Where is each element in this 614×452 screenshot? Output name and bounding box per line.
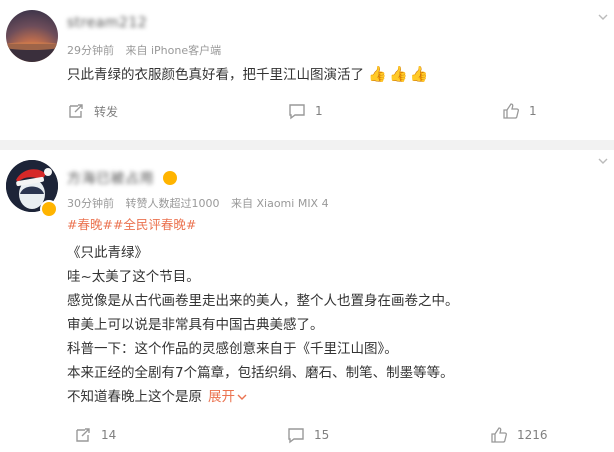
comment-button[interactable]: 15: [287, 426, 329, 444]
sunset-avatar-image: [6, 42, 58, 62]
chevron-down-icon[interactable]: [598, 158, 608, 166]
comment-line: 只此青绿的衣服颜色真好看，把千里江山图演活了: [67, 67, 364, 83]
comment-meta: 29分钟前 来自 iPhone客户端: [67, 42, 229, 58]
thumbs-up-emoji: 👍👍👍: [368, 65, 431, 83]
like-count: 1216: [517, 428, 548, 442]
comment-card: stream212 29分钟前 来自 iPhone客户端 只此青绿的衣服颜色真好…: [0, 0, 614, 140]
username[interactable]: stream212: [67, 15, 147, 31]
comment-text: 只此青绿的衣服颜色真好看，把千里江山图演活了 👍👍👍: [67, 63, 430, 83]
comment-line-text: 不知道春晚上这个是原: [67, 389, 202, 405]
repost-button[interactable]: 14: [74, 426, 116, 444]
comment-line: 《只此青绿》: [67, 245, 148, 261]
member-crown-icon: [162, 171, 177, 185]
comment-count: 1: [315, 104, 323, 118]
chevron-down-icon[interactable]: [598, 14, 608, 22]
thumbs-up-icon: [491, 427, 507, 443]
comment-line: 哇~太美了这个节目。: [67, 269, 200, 285]
thumbs-up-icon: [503, 103, 519, 119]
like-button[interactable]: 1216: [490, 426, 548, 444]
repost-icon: [76, 428, 90, 442]
username-text: 方海已被占用: [67, 171, 154, 187]
comment-line: 感觉像是从古代画卷里走出来的美人，整个人也置身在画卷之中。: [67, 293, 459, 309]
repost-icon: [69, 104, 83, 118]
like-button[interactable]: 1: [502, 102, 537, 120]
expand-link[interactable]: 展开: [208, 389, 247, 405]
avatar[interactable]: [6, 10, 58, 62]
comment-meta: 30分钟前 转赞人数超过1000 来自 Xiaomi MIX 4: [67, 195, 337, 211]
comment-icon: [289, 104, 305, 120]
username[interactable]: 方海已被占用: [67, 168, 177, 188]
comment-count: 15: [314, 428, 330, 442]
timestamp: 29分钟前: [67, 44, 114, 57]
repost-label: 转发: [94, 104, 119, 119]
username-text: stream212: [67, 15, 148, 31]
client-source: 来自 iPhone客户端: [125, 44, 222, 57]
comment-line: 不知道春晚上这个是原 展开: [67, 385, 247, 405]
client-source: 来自 Xiaomi MIX 4: [231, 197, 329, 210]
comment-card: 方海已被占用 30分钟前 转赞人数超过1000 来自 Xiaomi MIX 4 …: [0, 140, 614, 452]
comment-line: 本来正经的全剧有7个篇章，包括织绢、磨石、制笔、制墨等等。: [67, 365, 454, 381]
timestamp: 30分钟前: [67, 197, 114, 210]
comment-button[interactable]: 1: [288, 102, 323, 120]
expand-label: 展开: [208, 389, 235, 405]
comment-icon: [288, 428, 304, 444]
hashtag-link[interactable]: #春晚##全民评春晚#: [67, 214, 196, 233]
comment-line: 审美上可以说是非常具有中国古典美感了。: [67, 317, 324, 333]
verified-badge: [40, 200, 58, 218]
comment-line: 科普一下：这个作品的灵感创意来自于《千里江山图》。: [67, 341, 398, 357]
repost-button[interactable]: 转发: [67, 102, 118, 120]
repost-stat: 转赞人数超过1000: [125, 197, 220, 210]
repost-count: 14: [101, 428, 117, 442]
like-count: 1: [529, 104, 537, 118]
chevron-down-icon: [237, 394, 247, 400]
